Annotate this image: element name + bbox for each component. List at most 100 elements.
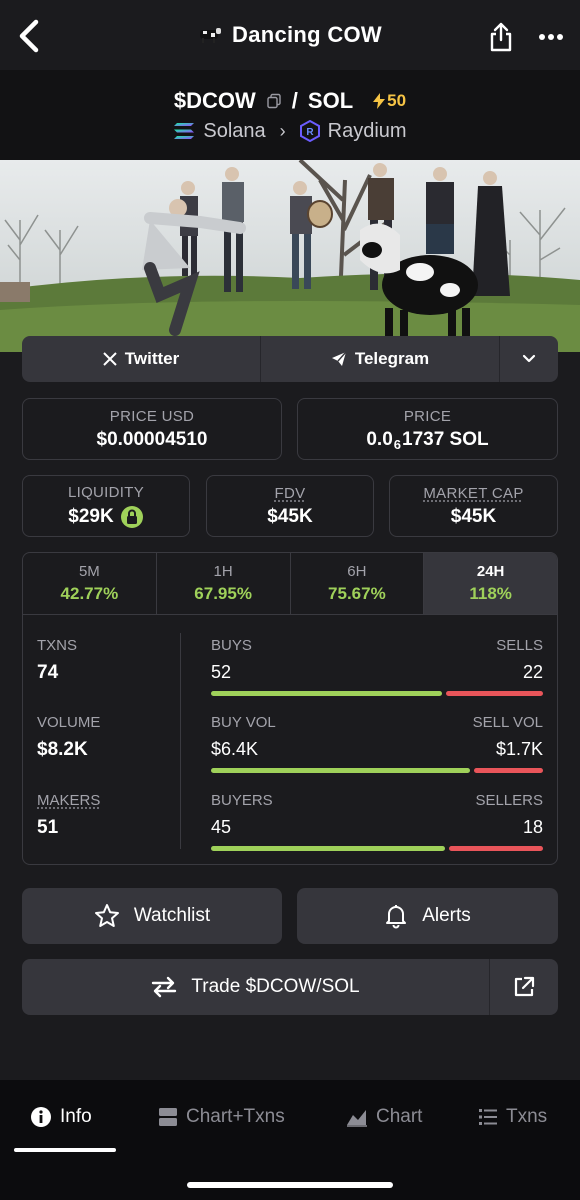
- sell-vol-value: $1.7K: [495, 739, 543, 759]
- twitter-button[interactable]: Twitter: [22, 336, 261, 382]
- x-logo-icon: [103, 352, 117, 366]
- buys-bar: [211, 691, 442, 696]
- price-native-label: PRICE: [403, 407, 452, 425]
- lightning-icon: [373, 92, 386, 109]
- buys-value: 52: [211, 662, 232, 682]
- boost-count: 50: [387, 90, 407, 110]
- liquidity-value-wrap: $29K: [68, 505, 143, 529]
- timeframe-tabs: 5M 42.77% 1H 67.95% 6H 75.67% 24H 118%: [23, 553, 557, 615]
- socials-dropdown-button[interactable]: [500, 336, 558, 382]
- nav-chart-label: Chart: [376, 1106, 423, 1127]
- copy-icon[interactable]: [266, 93, 282, 109]
- sells-value: 22: [522, 662, 543, 682]
- chevron-left-icon: [19, 19, 39, 53]
- watchlist-button[interactable]: Watchlist: [22, 888, 282, 944]
- price-usd-box: PRICE USD $0.00004510: [22, 398, 282, 460]
- dex-name[interactable]: Raydium: [328, 120, 407, 143]
- metrics-divider: [180, 633, 181, 849]
- buys-sells-row: BUYS SELLS 52 22: [211, 637, 543, 696]
- buy-sell-vol-row: BUY VOL SELL VOL $6.4K $1.7K: [211, 714, 543, 773]
- share-icon: [490, 22, 512, 52]
- liquidity-value: $29K: [68, 505, 114, 527]
- nav-txns-label: Txns: [506, 1106, 548, 1127]
- volume-value: $8.2K: [37, 739, 88, 760]
- buyers-sellers-row: BUYERS SELLERS 45 18: [211, 792, 543, 851]
- nav-chart-txns-label: Chart+Txns: [186, 1106, 285, 1127]
- telegram-button[interactable]: Telegram: [261, 336, 500, 382]
- telegram-label: Telegram: [354, 349, 430, 368]
- buys-label: BUYS: [211, 637, 252, 654]
- price-usd-value: $0.00004510: [96, 428, 208, 450]
- market-cap-label: MARKET CAP: [423, 484, 524, 502]
- sell-vol-label: SELL VOL: [472, 714, 543, 731]
- chevron-down-icon: [522, 354, 536, 363]
- tab-1h[interactable]: 1H 67.95%: [157, 553, 291, 614]
- raydium-icon: R: [299, 120, 320, 142]
- chain-line: Solana › R Raydium: [173, 120, 407, 143]
- nav-chart-txns[interactable]: Chart+Txns: [158, 1106, 285, 1128]
- market-cap-value: $45K: [450, 505, 497, 527]
- buy-vol-label: BUY VOL: [211, 714, 276, 731]
- star-icon: [94, 904, 119, 927]
- page-title: Dancing COW: [198, 22, 382, 48]
- area-chart-icon: [347, 1110, 367, 1127]
- back-button[interactable]: [14, 16, 44, 56]
- sellers-bar: [449, 846, 543, 851]
- fdv-label: FDV: [274, 484, 306, 502]
- chain-name[interactable]: Solana: [203, 120, 265, 143]
- token-banner-image: [0, 160, 580, 352]
- socials-bar: Twitter Telegram: [22, 336, 558, 382]
- nav-info[interactable]: Info: [30, 1106, 92, 1128]
- solana-icon: [174, 123, 195, 139]
- bell-icon: [386, 905, 407, 929]
- sellers-value: 18: [522, 817, 543, 837]
- sellers-label: SELLERS: [475, 792, 543, 809]
- txns-value: 74: [37, 662, 59, 683]
- tab-6h[interactable]: 6H 75.67%: [291, 553, 425, 614]
- tab-label: 5M: [78, 563, 100, 580]
- svg-text:R: R: [306, 127, 314, 138]
- pair-header: $DCOW / SOL 50 Solana › R Raydium: [0, 70, 580, 160]
- buyers-sellers-bar: [211, 846, 543, 851]
- info-icon: [31, 1107, 51, 1127]
- token-name: Dancing COW: [232, 22, 382, 47]
- tab-5m[interactable]: 5M 42.77%: [23, 553, 157, 614]
- trade-button[interactable]: Trade $DCOW/SOL: [22, 959, 490, 1015]
- liquidity-label: LIQUIDITY: [67, 483, 145, 501]
- txns-label: TXNS: [37, 637, 78, 654]
- base-symbol: $DCOW: [173, 87, 256, 113]
- lock-icon[interactable]: [120, 505, 144, 529]
- alerts-label: Alerts: [422, 905, 471, 926]
- price-native-value: 0.0 6 1737 SOL: [366, 429, 488, 453]
- nav-info-label: Info: [60, 1106, 92, 1127]
- tab-change: 42.77%: [60, 584, 119, 603]
- more-button[interactable]: [536, 22, 566, 52]
- trade-bar: Trade $DCOW/SOL: [22, 959, 558, 1015]
- makers-value: 51: [37, 817, 59, 838]
- alerts-button[interactable]: Alerts: [297, 888, 558, 944]
- tab-24h[interactable]: 24H 118%: [424, 553, 557, 614]
- nav-chart[interactable]: Chart: [346, 1106, 422, 1128]
- open-external-button[interactable]: [490, 959, 558, 1015]
- tab-change: 118%: [469, 584, 512, 603]
- watchlist-label: Watchlist: [133, 905, 211, 926]
- active-tab-indicator: [14, 1148, 116, 1152]
- share-button[interactable]: [486, 20, 516, 54]
- list-icon: [479, 1109, 497, 1125]
- banner-scene: [0, 160, 580, 352]
- volume-label: VOLUME: [37, 714, 101, 731]
- pair-separator: /: [291, 87, 298, 113]
- price-native-zero-count: 6: [393, 437, 402, 452]
- chevron-right-icon: ›: [279, 120, 286, 141]
- telegram-icon: [331, 351, 347, 366]
- makers-label: MAKERS: [37, 792, 101, 809]
- buy-vol-bar: [211, 768, 470, 773]
- boost-badge[interactable]: 50: [373, 91, 406, 111]
- more-dots-icon: [539, 34, 563, 40]
- sells-label: SELLS: [496, 637, 543, 654]
- nav-txns[interactable]: Txns: [478, 1106, 547, 1128]
- cow-icon: [200, 28, 222, 43]
- buyers-bar: [211, 846, 445, 851]
- twitter-label: Twitter: [124, 349, 180, 368]
- external-link-icon: [514, 976, 535, 997]
